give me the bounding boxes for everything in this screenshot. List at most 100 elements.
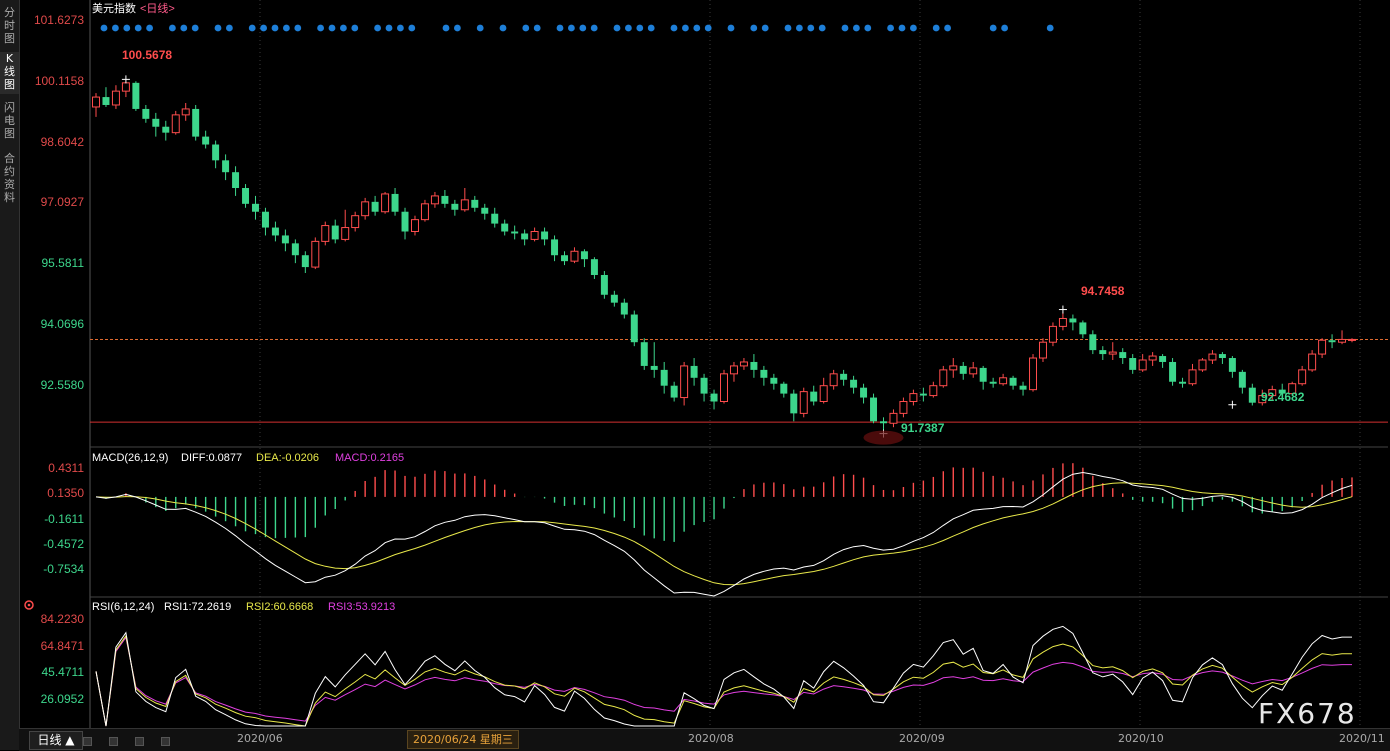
tab-flash-chart[interactable]: 闪 电 图 <box>0 101 19 143</box>
candle-body-down <box>331 225 339 240</box>
candle-body-up <box>1298 369 1307 385</box>
macd-axis-label: -0.1611 <box>44 512 84 526</box>
candle-body-down <box>441 195 449 204</box>
candle-body-down <box>880 421 887 424</box>
event-dot <box>191 24 199 32</box>
rsi-panel <box>95 625 1352 727</box>
event-dot <box>910 24 917 32</box>
candle-body-down <box>1119 352 1127 359</box>
event-dot <box>807 24 815 32</box>
event-dot <box>283 24 290 32</box>
candle-body-up <box>729 365 738 375</box>
macd-histogram-value: MACD:0.2165 <box>335 452 404 464</box>
candle-body-down <box>1248 387 1256 403</box>
candle-body-up <box>121 82 130 92</box>
rsi-axis-label: 26.0952 <box>41 692 85 706</box>
candle-body-down <box>700 377 708 394</box>
rsi-axis: 84.2230 64.8471 45.4711 26.0952 <box>41 612 85 706</box>
candle-body-down <box>850 379 858 388</box>
tab-contract-info[interactable]: 合 约 资 料 <box>0 152 19 208</box>
event-dot <box>533 24 541 32</box>
candle-body-down <box>760 369 768 378</box>
candle-body-down <box>670 385 678 398</box>
low-highlight <box>863 430 904 445</box>
candle-body-down <box>590 259 598 275</box>
event-dot <box>271 24 279 32</box>
time-axis-label: 2020/06 <box>237 732 283 745</box>
candle-body-up <box>889 412 898 424</box>
candle-body-down <box>770 377 778 384</box>
candle-body-up <box>1048 325 1057 343</box>
price-axis-label: 100.1158 <box>35 74 84 88</box>
event-dot <box>522 24 530 32</box>
candle-body-down <box>541 231 549 240</box>
macd-axis-label: 0.1350 <box>47 486 84 500</box>
candle-body-down <box>1129 358 1137 370</box>
tool-icon[interactable] <box>83 737 92 746</box>
candle-body-down <box>391 193 399 212</box>
tool-icon[interactable] <box>109 737 119 746</box>
candle-body-down <box>451 203 459 210</box>
candle-body-down <box>142 108 150 119</box>
macd-diff-line <box>95 471 1353 597</box>
candle-body-down <box>710 393 718 402</box>
candle-body-up <box>680 365 689 399</box>
candle-body-up <box>351 215 360 229</box>
candle-body-down <box>600 274 608 295</box>
event-dot <box>214 24 222 32</box>
candle-body-up <box>430 195 439 205</box>
grid-lines <box>90 0 1388 728</box>
candle-body-down <box>1009 377 1017 386</box>
price-axis-label: 92.5580 <box>41 378 85 392</box>
candle-body-up <box>1148 355 1157 361</box>
price-markers <box>121 75 1237 445</box>
tool-icon[interactable] <box>161 737 171 746</box>
candle-body-up <box>410 219 419 232</box>
candle-body-up <box>799 391 808 414</box>
candle-body-down <box>281 235 289 244</box>
candle-body-down <box>989 381 997 384</box>
candle-body-down <box>1019 385 1027 390</box>
event-dot <box>750 24 758 32</box>
tool-icon[interactable] <box>135 737 145 746</box>
rsi2-line <box>95 634 1352 727</box>
candle-body-down <box>521 233 529 240</box>
panel-frames <box>89 0 1388 728</box>
candle-body-down <box>291 243 299 256</box>
candle-body-up <box>311 240 320 268</box>
rsi-axis-label: 64.8471 <box>41 639 85 653</box>
candle-body-down <box>979 367 987 382</box>
event-dot <box>670 24 678 32</box>
event-dot <box>647 24 655 32</box>
candle-body-down <box>471 199 479 208</box>
candle-body-up <box>1058 317 1067 327</box>
candle-body-up <box>1318 339 1327 355</box>
candle-body-down <box>371 201 379 212</box>
kline-chart-canvas[interactable]: 美元指数 <日线> 101.6273 100.1158 98.6042 97.0… <box>0 0 1390 750</box>
candle-body-down <box>580 251 588 260</box>
event-dot <box>636 24 644 32</box>
candle-body-down <box>481 207 489 214</box>
candle-body-down <box>790 393 798 414</box>
macd-axis-label: 0.4311 <box>48 461 84 475</box>
tab-kline[interactable]: K 线 图 <box>0 52 19 94</box>
candle-body-up <box>1188 369 1197 385</box>
candle-body-down <box>132 82 140 109</box>
candle-body-down <box>860 387 868 398</box>
candle-body-down <box>650 365 658 370</box>
candle-body-up <box>1338 338 1347 343</box>
event-dot <box>818 24 826 32</box>
tab-time-sharing[interactable]: 分 时 图 <box>0 6 19 46</box>
macd-dea-value: DEA:-0.0206 <box>256 452 319 464</box>
time-axis-label: 2020/11 <box>1339 732 1385 745</box>
candle-body-down <box>1179 381 1187 384</box>
rsi-axis-label: 45.4711 <box>42 665 85 679</box>
candle-body-down <box>780 383 788 394</box>
candle-body-up <box>530 231 539 240</box>
candle-body-up <box>999 377 1008 385</box>
event-dot <box>556 24 564 32</box>
candle-body-up <box>1208 353 1217 361</box>
event-dots-row <box>100 24 1054 32</box>
candle-body-up <box>1138 359 1147 371</box>
candle-body-down <box>840 373 848 380</box>
